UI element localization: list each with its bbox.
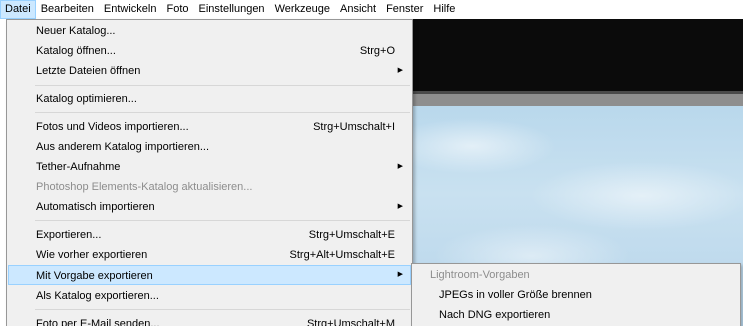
submenu-header: Lightroom-Vorgaben	[413, 265, 740, 285]
menu-item-label: Als Katalog exportieren...	[36, 290, 159, 302]
menu-hilfe[interactable]: Hilfe	[428, 0, 460, 19]
chevron-right-icon: ▶	[397, 203, 403, 210]
menu-item-label: Katalog öffnen...	[36, 45, 116, 57]
menu-bearbeiten[interactable]: Bearbeiten	[36, 0, 99, 19]
menu-item-label: Foto per E-Mail senden...	[36, 318, 160, 326]
menu-item-automatisch-importieren[interactable]: Automatisch importieren ▶	[8, 197, 411, 217]
menu-bar: Datei Bearbeiten Entwickeln Foto Einstel…	[0, 0, 743, 19]
menu-item-label: Tether-Aufnahme	[36, 161, 121, 173]
menu-item-label: Wie vorher exportieren	[36, 249, 148, 261]
menu-separator	[35, 309, 410, 310]
menu-item-label: Neuer Katalog...	[36, 25, 116, 37]
submenu-item-label: JPEGs in voller Größe brennen	[439, 289, 592, 301]
menu-separator	[35, 220, 410, 221]
chevron-right-icon: ▶	[397, 163, 403, 170]
menu-ansicht[interactable]: Ansicht	[335, 0, 381, 19]
menu-item-aus-katalog-importieren[interactable]: Aus anderem Katalog importieren...	[8, 137, 411, 157]
menu-item-label: Letzte Dateien öffnen	[36, 65, 141, 77]
menu-item-katalog-oeffnen[interactable]: Katalog öffnen... Strg+O	[8, 41, 411, 61]
menu-foto[interactable]: Foto	[161, 0, 193, 19]
menu-item-als-katalog-exportieren[interactable]: Als Katalog exportieren...	[8, 286, 411, 306]
chevron-right-icon: ▶	[397, 271, 403, 278]
menu-item-label: Photoshop Elements-Katalog aktualisieren…	[36, 181, 253, 193]
menu-item-label: Exportieren...	[36, 229, 102, 241]
app-toolbar-strip	[412, 94, 743, 106]
menu-item-letzte-dateien[interactable]: Letzte Dateien öffnen ▶	[8, 61, 411, 81]
submenu-item-nach-dng[interactable]: Nach DNG exportieren	[413, 305, 740, 325]
menu-item-shortcut: Strg+O	[359, 45, 395, 57]
menu-item-wie-vorher-exportieren[interactable]: Wie vorher exportieren Strg+Alt+Umschalt…	[8, 245, 411, 265]
menu-datei[interactable]: Datei	[0, 0, 36, 19]
menu-item-label: Automatisch importieren	[36, 201, 155, 213]
menu-separator	[35, 112, 410, 113]
vorgabe-submenu: Lightroom-Vorgaben JPEGs in voller Größe…	[411, 263, 741, 326]
submenu-item-label: Nach DNG exportieren	[439, 309, 551, 321]
menu-item-fotos-importieren[interactable]: Fotos und Videos importieren... Strg+Ums…	[8, 117, 411, 137]
menu-item-label: Fotos und Videos importieren...	[36, 121, 189, 133]
menu-item-label: Aus anderem Katalog importieren...	[36, 141, 210, 153]
datei-menu: Neuer Katalog... Katalog öffnen... Strg+…	[6, 19, 413, 326]
app-dark-panel	[412, 19, 743, 91]
menu-item-mit-vorgabe-exportieren[interactable]: Mit Vorgabe exportieren ▶	[8, 265, 411, 285]
menu-item-label: Katalog optimieren...	[36, 93, 137, 105]
menu-item-shortcut: Strg+Umschalt+E	[308, 229, 395, 241]
menu-item-shortcut: Strg+Alt+Umschalt+E	[289, 249, 395, 261]
menu-item-katalog-optimieren[interactable]: Katalog optimieren...	[8, 89, 411, 109]
menu-item-label: Mit Vorgabe exportieren	[36, 270, 153, 282]
submenu-header-label: Lightroom-Vorgaben	[430, 269, 530, 281]
menu-entwickeln[interactable]: Entwickeln	[99, 0, 162, 19]
menu-item-shortcut: Strg+Umschalt+M	[306, 318, 395, 326]
menu-einstellungen[interactable]: Einstellungen	[194, 0, 270, 19]
menu-item-shortcut: Strg+Umschalt+I	[313, 121, 395, 133]
menu-item-photoshop-elements: Photoshop Elements-Katalog aktualisieren…	[8, 177, 411, 197]
chevron-right-icon: ▶	[397, 67, 403, 74]
menu-fenster[interactable]: Fenster	[381, 0, 428, 19]
submenu-item-jpegs-brennen[interactable]: JPEGs in voller Größe brennen	[413, 285, 740, 305]
menu-werkzeuge[interactable]: Werkzeuge	[270, 0, 335, 19]
menu-item-tether-aufnahme[interactable]: Tether-Aufnahme ▶	[8, 157, 411, 177]
menu-item-foto-per-email[interactable]: Foto per E-Mail senden... Strg+Umschalt+…	[8, 314, 411, 326]
menu-item-exportieren[interactable]: Exportieren... Strg+Umschalt+E	[8, 225, 411, 245]
menu-separator	[35, 85, 410, 86]
menu-item-neuer-katalog[interactable]: Neuer Katalog...	[8, 21, 411, 41]
